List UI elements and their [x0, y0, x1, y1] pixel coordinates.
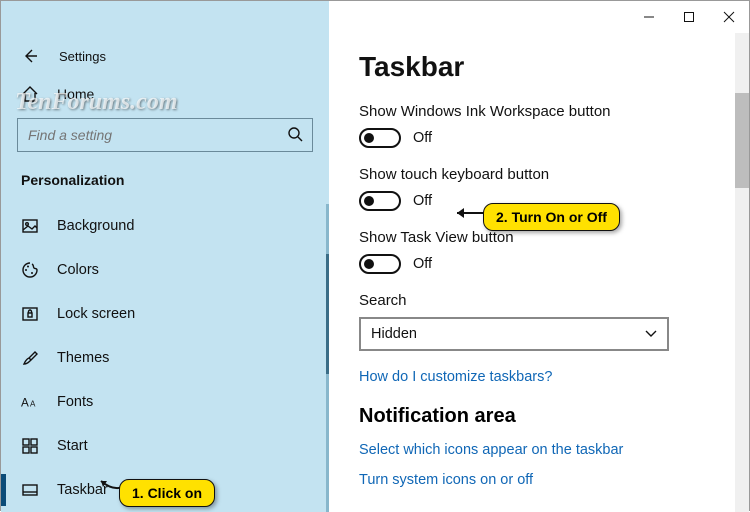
sidebar-item-background[interactable]: Background: [1, 204, 329, 248]
link-system-icons[interactable]: Turn system icons on or off: [359, 472, 749, 488]
taskbar-icon: [21, 481, 39, 499]
picture-icon: [21, 217, 39, 235]
link-select-icons[interactable]: Select which icons appear on the taskbar: [359, 442, 749, 458]
setting-label-taskview: Show Task View button: [359, 229, 749, 246]
toggle-taskview[interactable]: [359, 254, 401, 274]
close-icon: [723, 11, 735, 23]
palette-icon: [21, 261, 39, 279]
toggle-knob: [364, 259, 374, 269]
fonts-icon: AA: [21, 393, 39, 411]
minimize-button[interactable]: [629, 1, 669, 33]
toggle-ink[interactable]: [359, 128, 401, 148]
sidebar-item-label: Start: [57, 438, 88, 454]
search-select[interactable]: Hidden: [359, 317, 669, 351]
toggle-state: Off: [413, 193, 432, 209]
close-button[interactable]: [709, 1, 749, 33]
search-input[interactable]: [17, 118, 313, 152]
toggle-knob: [364, 196, 374, 206]
sidebar-item-label: Themes: [57, 350, 109, 366]
annotation-callout-2: 2. Turn On or Off: [483, 203, 620, 231]
sidebar-item-start[interactable]: Start: [1, 424, 329, 468]
sidebar: Settings Home Personalization Background: [1, 33, 329, 512]
svg-text:A: A: [21, 397, 29, 410]
sidebar-item-fonts[interactable]: AA Fonts: [1, 380, 329, 424]
search-icon: [287, 126, 303, 142]
content-pane: Taskbar Show Windows Ink Workspace butto…: [329, 33, 749, 512]
sidebar-item-label: Background: [57, 218, 134, 234]
annotation-callout-1: 1. Click on: [119, 479, 215, 507]
sidebar-item-label: Fonts: [57, 394, 93, 410]
content-scroll-thumb[interactable]: [735, 93, 749, 188]
home-nav[interactable]: Home: [1, 78, 329, 110]
minimize-icon: [643, 11, 655, 23]
category-label: Personalization: [1, 164, 329, 204]
section-notification-area: Notification area: [359, 405, 749, 428]
titlebar: [1, 1, 749, 33]
nav-list: Background Colors Lock screen Themes AA …: [1, 204, 329, 512]
window-controls: [329, 1, 749, 33]
home-icon: [21, 85, 39, 103]
setting-label-ink: Show Windows Ink Workspace button: [359, 103, 749, 120]
annotation-arrow-2: [451, 204, 487, 222]
sidebar-item-label: Colors: [57, 262, 99, 278]
sidebar-item-lockscreen[interactable]: Lock screen: [1, 292, 329, 336]
sidebar-item-themes[interactable]: Themes: [1, 336, 329, 380]
setting-label-touch-keyboard: Show touch keyboard button: [359, 166, 749, 183]
svg-text:A: A: [30, 400, 36, 409]
toggle-knob: [364, 133, 374, 143]
start-icon: [21, 437, 39, 455]
toggle-touch-keyboard[interactable]: [359, 191, 401, 211]
chevron-down-icon: [645, 327, 657, 341]
lockscreen-icon: [21, 305, 39, 323]
toggle-state: Off: [413, 130, 432, 146]
home-label: Home: [57, 86, 94, 102]
back-button[interactable]: [21, 47, 39, 65]
content-scrollbar[interactable]: [735, 33, 749, 512]
toggle-state: Off: [413, 256, 432, 272]
maximize-icon: [683, 11, 695, 23]
link-customize-taskbar[interactable]: How do I customize taskbars?: [359, 369, 749, 385]
sidebar-item-label: Lock screen: [57, 306, 135, 322]
page-title: Taskbar: [359, 51, 749, 83]
maximize-button[interactable]: [669, 1, 709, 33]
select-value: Hidden: [371, 326, 417, 342]
sidebar-item-colors[interactable]: Colors: [1, 248, 329, 292]
brush-icon: [21, 349, 39, 367]
app-title: Settings: [59, 49, 106, 64]
setting-label-search: Search: [359, 292, 749, 309]
